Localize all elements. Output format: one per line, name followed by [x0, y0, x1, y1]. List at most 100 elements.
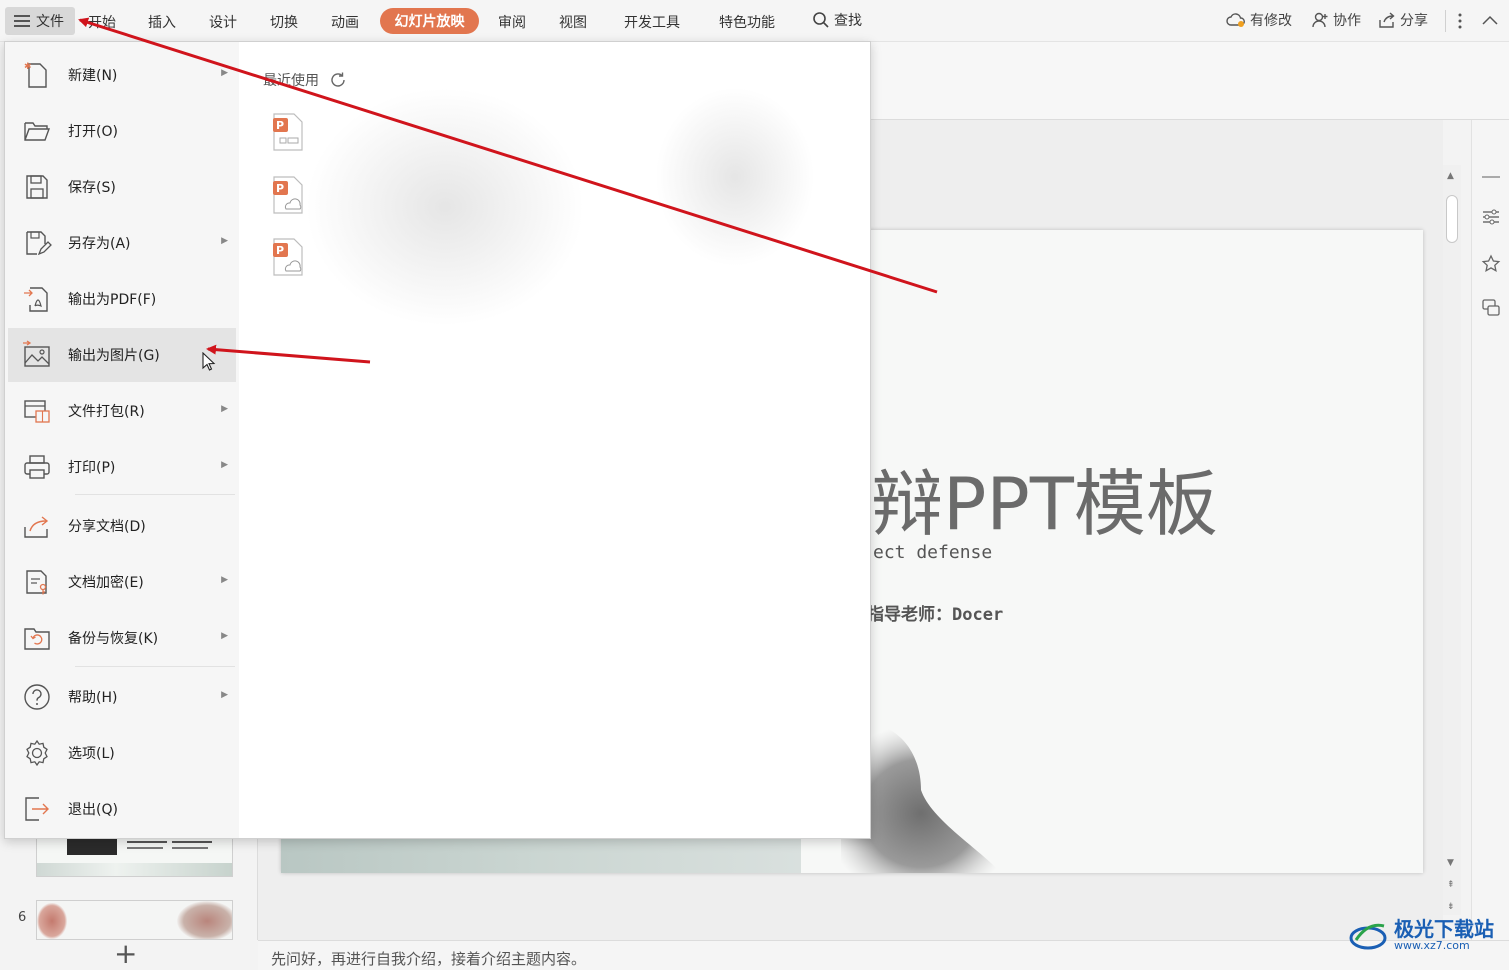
scrollbar-thumb[interactable]	[1446, 195, 1458, 243]
scroll-down-icon[interactable]: ▼	[1447, 858, 1454, 868]
speaker-notes-text[interactable]: 先问好，再进行自我介绍，接着介绍主题内容。	[271, 948, 586, 969]
comments-icon[interactable]	[1480, 297, 1502, 319]
search-button[interactable]: 查找	[812, 10, 862, 30]
tab-transition[interactable]: 切换	[270, 12, 298, 32]
open-folder-icon	[24, 122, 50, 141]
slide-thumbnail-6[interactable]	[36, 900, 233, 940]
menu-item-help[interactable]: 帮助(H) ▶	[8, 670, 236, 724]
menu-item-package[interactable]: 文件打包(R) ▶	[8, 384, 236, 438]
file-menu-label: 文件	[36, 14, 64, 30]
submenu-arrow-icon: ▶	[221, 460, 228, 470]
ppt-cloud-file-icon[interactable]: P	[271, 175, 305, 215]
ppt-cloud-file-icon[interactable]: P	[271, 237, 305, 277]
slide-number-label: 6	[18, 910, 27, 925]
menu-item-backup-restore[interactable]: 备份与恢复(K) ▶	[8, 611, 236, 665]
toolbar-divider	[1445, 10, 1446, 32]
tab-insert[interactable]: 插入	[148, 12, 176, 32]
watermark-name: 极光下载站	[1394, 916, 1494, 941]
panel-grip	[1482, 176, 1500, 178]
search-icon	[813, 12, 829, 28]
menu-item-label: 打印(P)	[68, 460, 116, 476]
right-side-panel	[1471, 120, 1509, 940]
tab-animation[interactable]: 动画	[331, 12, 359, 32]
menu-item-label: 保存(S)	[68, 180, 116, 196]
menu-item-label: 新建(N)	[68, 68, 118, 84]
menu-item-open[interactable]: 打开(O)	[8, 104, 236, 158]
menu-item-new[interactable]: ✱ 新建(N) ▶	[8, 48, 236, 102]
menu-item-label: 分享文档(D)	[68, 519, 146, 535]
menu-item-label: 另存为(A)	[68, 236, 131, 252]
submenu-arrow-icon: ▶	[221, 631, 228, 641]
menu-item-label: 文档加密(E)	[68, 575, 144, 591]
blurred-filename	[305, 87, 585, 327]
properties-sliders-icon[interactable]	[1480, 206, 1502, 228]
submenu-arrow-icon: ▶	[221, 404, 228, 414]
submenu-arrow-icon: ▶	[221, 690, 228, 700]
menu-item-options[interactable]: 选项(L)	[8, 726, 236, 780]
slide-teacher-line[interactable]: 指导老师：Docer	[867, 600, 1003, 625]
menu-item-label: 备份与恢复(K)	[68, 631, 159, 647]
star-effects-icon[interactable]	[1480, 253, 1502, 275]
modified-status-button[interactable]: 有修改	[1226, 10, 1292, 30]
menu-item-share-document[interactable]: 分享文档(D)	[8, 499, 236, 553]
thumbnail-text-line	[127, 847, 163, 849]
submenu-arrow-icon: ▶	[221, 575, 228, 585]
tab-view[interactable]: 视图	[559, 12, 587, 32]
hamburger-icon	[14, 15, 30, 27]
tab-design[interactable]: 设计	[209, 12, 237, 32]
export-image-icon	[23, 340, 50, 367]
tab-developer[interactable]: 开发工具	[624, 12, 680, 32]
new-file-icon: ✱	[24, 62, 47, 88]
ppt-file-icon[interactable]: P	[271, 112, 305, 152]
backup-icon	[24, 628, 50, 650]
menu-item-save-as[interactable]: 另存为(A) ▶	[8, 216, 236, 270]
slide-title[interactable]: 辩PPT模板	[871, 445, 1218, 550]
collaborate-icon	[1312, 12, 1328, 28]
svg-text:P: P	[276, 182, 284, 195]
share-doc-icon	[24, 516, 49, 538]
share-label: 分享	[1400, 13, 1428, 29]
share-button[interactable]: 分享	[1378, 10, 1428, 30]
site-watermark: 极光下载站 www.xz7.com	[1348, 918, 1494, 952]
menu-item-exit[interactable]: 退出(Q)	[8, 782, 236, 836]
submenu-arrow-icon: ▶	[221, 236, 228, 246]
speaker-notes-area[interactable]: 先问好，再进行自我介绍，接着介绍主题内容。	[258, 940, 1509, 970]
menu-item-encrypt[interactable]: 文档加密(E) ▶	[8, 555, 236, 609]
menu-item-print[interactable]: 打印(P) ▶	[8, 440, 236, 494]
slide-subtitle[interactable]: ect defense	[873, 542, 992, 563]
submenu-arrow-icon: ▶	[221, 68, 228, 78]
svg-text:P: P	[276, 244, 284, 257]
tab-review[interactable]: 审阅	[498, 12, 526, 32]
save-icon	[26, 175, 48, 199]
next-slide-icon[interactable]: ⇟	[1447, 902, 1455, 912]
tab-slideshow[interactable]: 幻灯片放映	[380, 8, 479, 34]
tab-home[interactable]: 开始	[88, 12, 116, 32]
thumbnail-ink-blot	[177, 901, 232, 939]
vertical-scrollbar[interactable]: ▲ ▼ ⇞ ⇟	[1443, 165, 1461, 915]
menu-item-label: 打开(O)	[68, 124, 118, 140]
menu-item-export-pdf[interactable]: 输出为PDF(F)	[8, 272, 236, 326]
svg-text:✱: ✱	[24, 62, 32, 72]
exit-icon	[25, 797, 49, 821]
tab-special-features[interactable]: 特色功能	[719, 12, 775, 32]
file-menu-dropdown: ✱ 新建(N) ▶ 打开(O) 保存(S) 另存为(A) ▶ 输出为PDF(F)…	[4, 41, 871, 839]
add-slide-button[interactable]: +	[114, 940, 137, 968]
more-options-icon[interactable]	[1456, 12, 1464, 30]
watermark-logo-icon	[1349, 923, 1387, 950]
search-label: 查找	[834, 13, 862, 29]
collapse-ribbon-icon[interactable]	[1481, 14, 1499, 26]
collaborate-button[interactable]: 协作	[1311, 10, 1361, 30]
menu-item-export-image[interactable]: 输出为图片(G)	[8, 328, 236, 382]
menu-divider	[75, 494, 235, 495]
menu-item-label: 退出(Q)	[68, 802, 118, 818]
file-menu-button[interactable]: 文件	[5, 7, 75, 35]
thumbnail-ink-blot	[37, 903, 67, 939]
save-as-icon	[26, 231, 52, 256]
scroll-up-icon[interactable]: ▲	[1447, 171, 1454, 181]
previous-slide-icon[interactable]: ⇞	[1447, 880, 1455, 890]
menu-item-save[interactable]: 保存(S)	[8, 160, 236, 214]
menu-item-label: 输出为图片(G)	[68, 348, 160, 364]
encrypt-icon	[26, 570, 47, 595]
package-icon	[24, 400, 50, 423]
share-icon	[1379, 12, 1395, 28]
